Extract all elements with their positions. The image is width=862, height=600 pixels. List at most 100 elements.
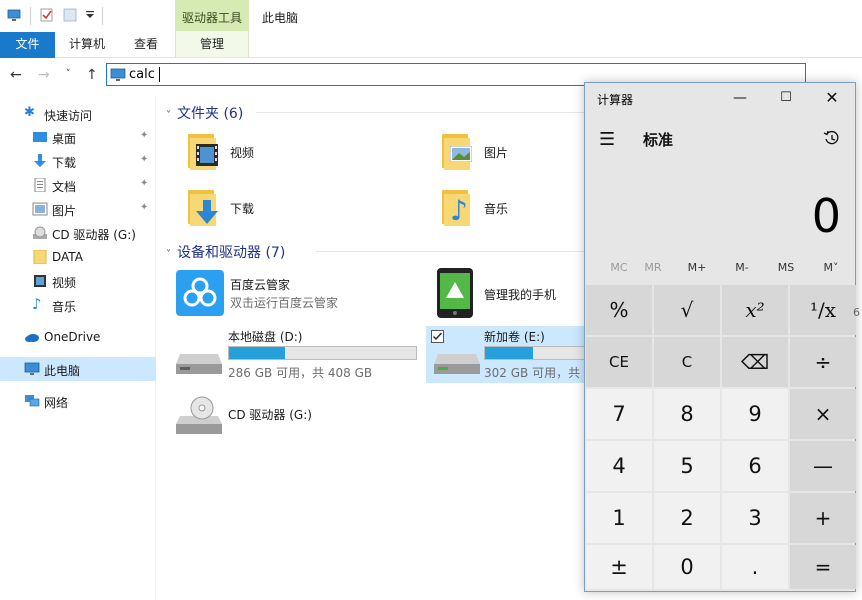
picture-icon [32,202,48,216]
calculator-title: 计算器 [597,93,634,107]
nav-this-pc[interactable]: 此电脑 [0,357,156,381]
nav-item-desktop[interactable]: 桌面 ✦ [0,125,156,149]
pin-icon[interactable]: ✦ [140,202,148,213]
backspace-button[interactable]: ⌫ [722,337,788,387]
drive-d[interactable]: 本地磁盘 (D:) 286 GB 可用，共 408 GB [176,326,421,382]
folder-icon [33,250,47,264]
nav-item-pictures[interactable]: 图片 ✦ [0,197,156,221]
history-icon[interactable] [823,129,841,147]
back-arrow-icon[interactable]: ← [10,67,22,83]
nav-item-music[interactable]: ♪ 音乐 [0,293,156,317]
subtract-button[interactable]: — [790,441,856,491]
tab-computer[interactable]: 计算机 [58,32,116,58]
add-button[interactable]: + [790,493,856,543]
text-caret [159,67,160,82]
digit-6-button[interactable]: 6 [722,441,788,491]
reciprocal-button[interactable]: ¹/x [790,285,856,335]
clear-entry-button[interactable]: CE [586,337,652,387]
memory-list-button[interactable]: M˅ [797,261,862,274]
music-note-icon: ♪ [32,295,42,313]
multiply-button[interactable]: × [790,389,856,439]
chevron-down-icon: ˅ [166,249,171,260]
digit-1-button[interactable]: 1 [586,493,652,543]
devices-group-header[interactable]: ˅ 设备和驱动器 (7) [166,242,285,262]
tab-view[interactable]: 查看 [120,32,172,58]
minimize-button[interactable]: — [725,87,755,109]
nav-item-data[interactable]: DATA [0,245,156,269]
pin-icon[interactable]: ✦ [140,178,148,189]
nav-item-cd-drive[interactable]: CD 驱动器 (G:) [0,221,156,245]
digit-3-button[interactable]: 3 [722,493,788,543]
nav-item-downloads[interactable]: 下载 ✦ [0,149,156,173]
pictures-folder-icon [438,130,472,172]
overflow-digit: 6 [853,306,860,319]
folder-downloads[interactable]: 下载 [184,186,424,238]
divide-button[interactable]: ÷ [790,337,856,387]
decimal-button[interactable]: . [722,545,788,589]
digit-8-button[interactable]: 8 [654,389,720,439]
percent-button[interactable]: % [586,285,652,335]
network-icon [25,395,40,407]
square-button[interactable]: x² [722,285,788,335]
drive-g[interactable]: CD 驱动器 (G:) [176,394,421,438]
drive-tools-label: 驱动器工具 [181,11,242,25]
digit-4-button[interactable]: 4 [586,441,652,491]
baidu-cloud-icon [176,270,224,316]
folders-group-header[interactable]: ˅ 文件夹 (6) [166,103,243,123]
customize-toolbar-icon[interactable] [83,8,97,22]
pin-icon[interactable]: ✦ [140,154,148,165]
folder-pictures[interactable]: 图片 [438,130,578,182]
app-baidu-cloud[interactable]: 百度云管家 双击运行百度云管家 [176,270,416,318]
chevron-down-icon: ˅ [166,110,171,121]
address-text: calc [129,67,155,82]
up-arrow-icon[interactable]: ↑ [86,67,98,83]
clear-button[interactable]: C [654,337,720,387]
navigation-pane: ✱ 快速访问 桌面 ✦ 下载 ✦ 文档 ✦ 图片 ✦ CD 驱动器 (G:) D… [0,98,156,600]
cd-drive-icon [33,226,47,239]
nav-quick-access[interactable]: ✱ 快速访问 [0,102,156,126]
square-root-button[interactable]: √ [654,285,720,335]
maximize-button[interactable]: ☐ [771,87,801,109]
hamburger-menu-icon[interactable]: ☰ [599,129,615,150]
computer-icon[interactable] [7,8,21,22]
digit-9-button[interactable]: 9 [722,389,788,439]
digit-0-button[interactable]: 0 [654,545,720,589]
downloads-folder-icon [184,186,218,228]
tab-manage[interactable]: 管理 [175,32,249,58]
folder-videos[interactable]: 视频 [184,130,424,182]
window-title: 此电脑 [262,11,299,25]
equals-button[interactable]: = [790,545,856,589]
close-button[interactable]: ✕ [817,87,847,109]
folder-music[interactable]: ♪ 音乐 [438,186,578,238]
new-folder-icon[interactable] [63,8,77,22]
digit-7-button[interactable]: 7 [586,389,652,439]
forward-arrow-icon[interactable]: → [38,67,50,83]
nav-item-videos[interactable]: 视频 [0,269,156,293]
tab-file[interactable]: 文件 [0,32,55,58]
recent-locations-chevron-icon[interactable]: ˅ [66,69,71,79]
nav-network[interactable]: 网络 [0,389,156,413]
keypad: % √ x² ¹/x CE C ⌫ ÷ 7 8 9 × 4 5 6 — 1 2 … [585,285,857,591]
phone-icon [437,268,473,318]
this-pc-icon [24,362,40,375]
negate-button[interactable]: ± [586,545,652,589]
ribbon-tabs: 文件 计算机 查看 管理 [0,32,862,58]
calculator-mode: 标准 [643,131,674,149]
quick-access-toolbar [0,0,862,32]
nav-onedrive[interactable]: OneDrive [0,325,156,349]
cd-drive-icon [176,396,222,434]
video-icon [34,275,46,287]
digit-2-button[interactable]: 2 [654,493,720,543]
video-folder-icon [184,130,218,172]
digit-5-button[interactable]: 5 [654,441,720,491]
nav-item-documents[interactable]: 文档 ✦ [0,173,156,197]
properties-icon[interactable] [40,8,54,22]
app-manage-phone[interactable]: 管理我的手机 [436,268,576,318]
pin-icon[interactable]: ✦ [140,130,148,141]
calculator-display: 0 [811,189,841,243]
memory-row: MC MR M+ M- MS M˅ [585,259,857,281]
hard-drive-icon [176,354,222,374]
drive-e[interactable]: 新加卷 (E:) 302 GB 可用，共 [426,326,586,383]
checkbox-checked-icon[interactable] [431,330,444,343]
this-pc-icon [110,68,126,81]
